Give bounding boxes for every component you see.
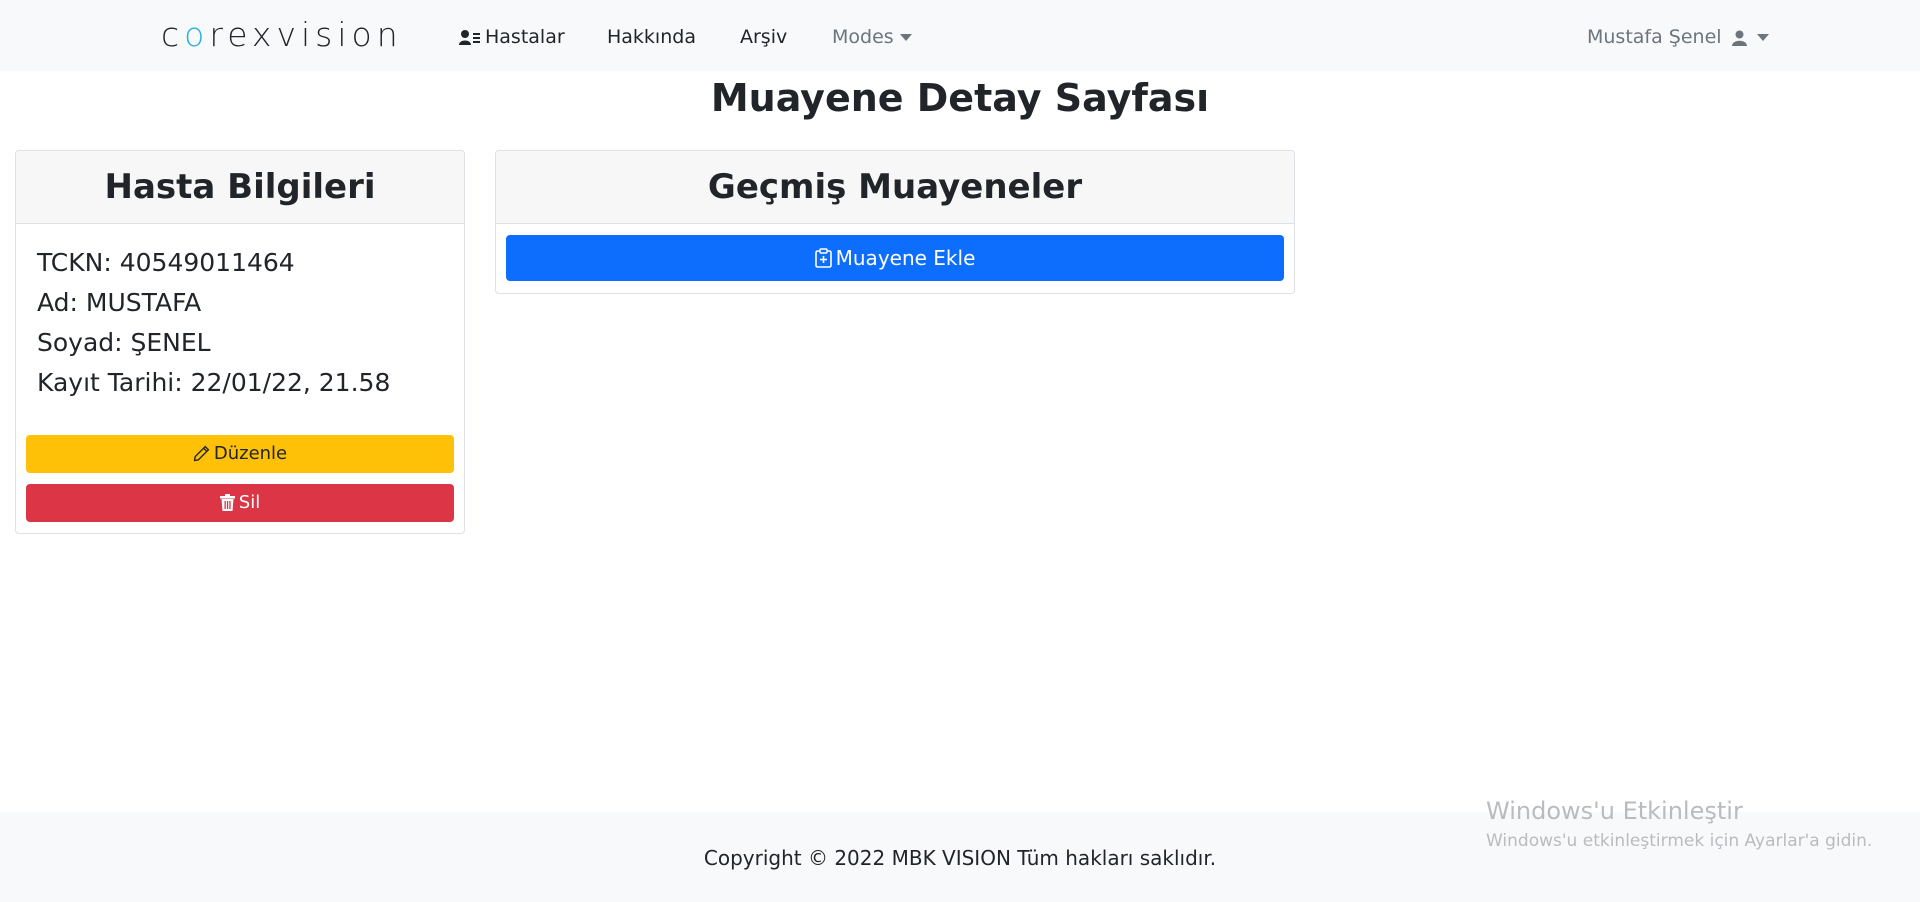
user-icon <box>1731 25 1747 55</box>
patient-surname: Soyad: ŞENEL <box>37 328 211 357</box>
brand-text-2: rexvision <box>209 15 403 54</box>
user-name: Mustafa Şenel <box>1587 26 1722 48</box>
chevron-down-icon <box>899 34 912 41</box>
nav-modes-dropdown[interactable]: Modes <box>832 22 912 52</box>
edit-button[interactable]: Düzenle <box>26 435 454 473</box>
page-title: Muayene Detay Sayfası <box>710 76 1210 120</box>
edit-button-label: Düzenle <box>213 443 288 464</box>
past-examinations-card: Geçmiş Muayeneler Muayene Ekle <box>495 150 1295 294</box>
nav-archive-link[interactable]: Arşiv <box>740 22 787 52</box>
pencil-icon <box>193 438 210 476</box>
delete-button[interactable]: Sil <box>26 484 454 522</box>
patient-list-icon <box>459 25 481 55</box>
patient-info-card: Hasta Bilgileri TCKN: 40549011464 Ad: MU… <box>15 150 465 534</box>
windows-activation-subtitle: Windows'u etkinleştirmek için Ayarlar'a … <box>1486 831 1873 851</box>
brand-text-o: o <box>184 15 210 54</box>
brand-text-1: c <box>161 15 185 54</box>
add-examination-label: Muayene Ekle <box>835 246 976 270</box>
patient-registration-date: Kayıt Tarihi: 22/01/22, 21.58 <box>37 368 391 397</box>
trash-icon <box>219 487 235 525</box>
patient-name: Ad: MUSTAFA <box>37 288 202 317</box>
delete-button-label: Sil <box>238 492 261 513</box>
user-menu-dropdown[interactable]: Mustafa Şenel <box>1587 22 1769 55</box>
nav-modes-label: Modes <box>832 26 894 48</box>
windows-activation-title: Windows'u Etkinleştir <box>1486 797 1743 825</box>
nav-patients-link[interactable]: Hastalar <box>459 22 565 55</box>
brand-logo[interactable]: corexvision <box>161 14 403 56</box>
add-examination-button[interactable]: Muayene Ekle <box>506 235 1284 281</box>
clipboard-plus-icon <box>814 238 832 284</box>
top-navbar: corexvision Hastalar Hakkında Arşiv Mode… <box>0 0 1920 71</box>
patient-tckn: TCKN: 40549011464 <box>37 248 295 277</box>
patient-card-header: Hasta Bilgileri <box>16 151 464 224</box>
past-examinations-header: Geçmiş Muayeneler <box>496 151 1294 224</box>
nav-patients-label: Hastalar <box>485 26 565 48</box>
chevron-down-icon <box>1756 34 1769 41</box>
nav-about-link[interactable]: Hakkında <box>607 22 696 52</box>
